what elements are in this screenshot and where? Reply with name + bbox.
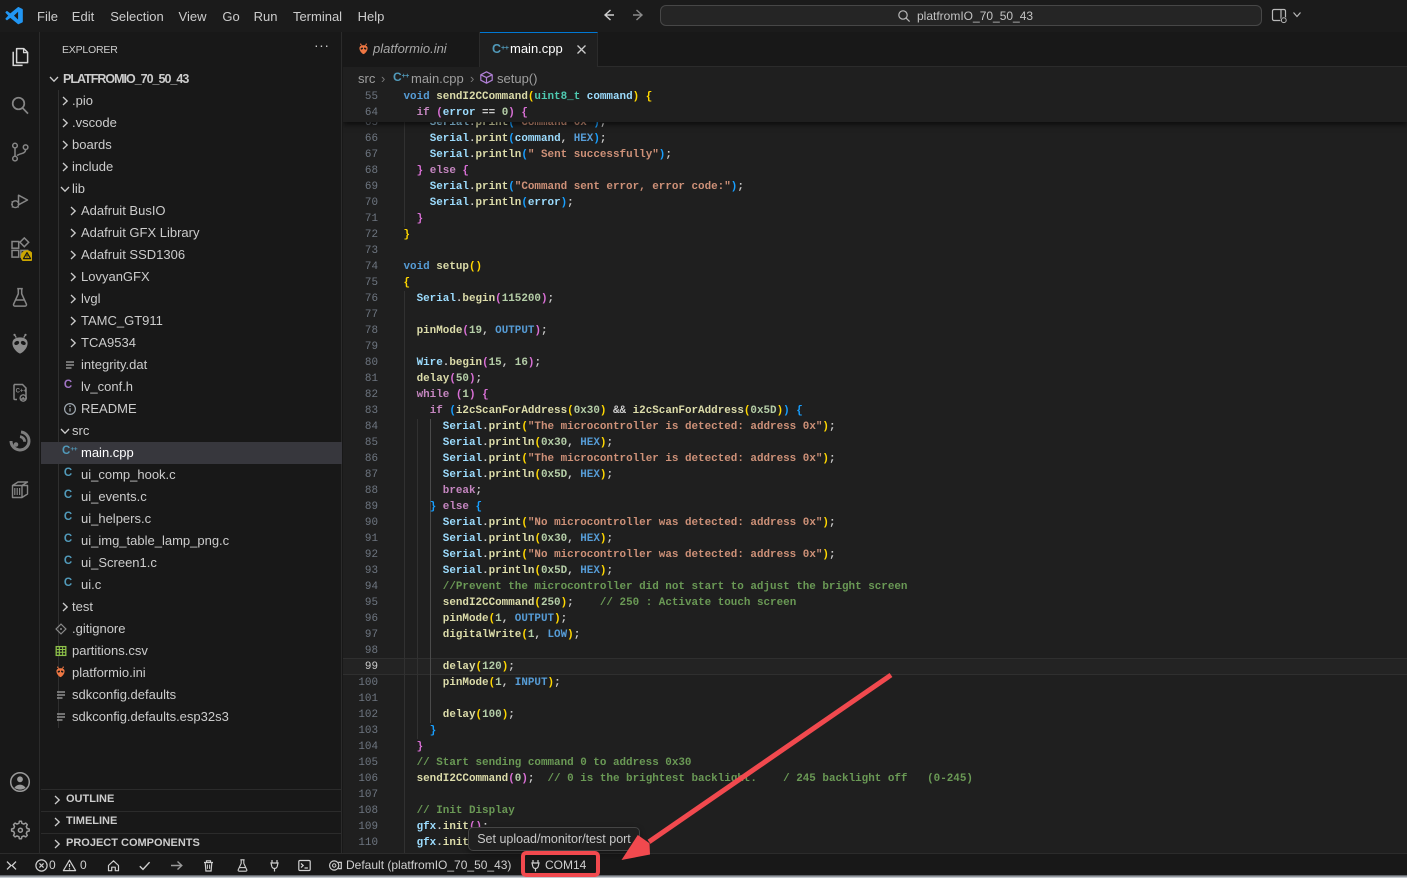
svg-text:C++: C++ [16, 389, 28, 395]
